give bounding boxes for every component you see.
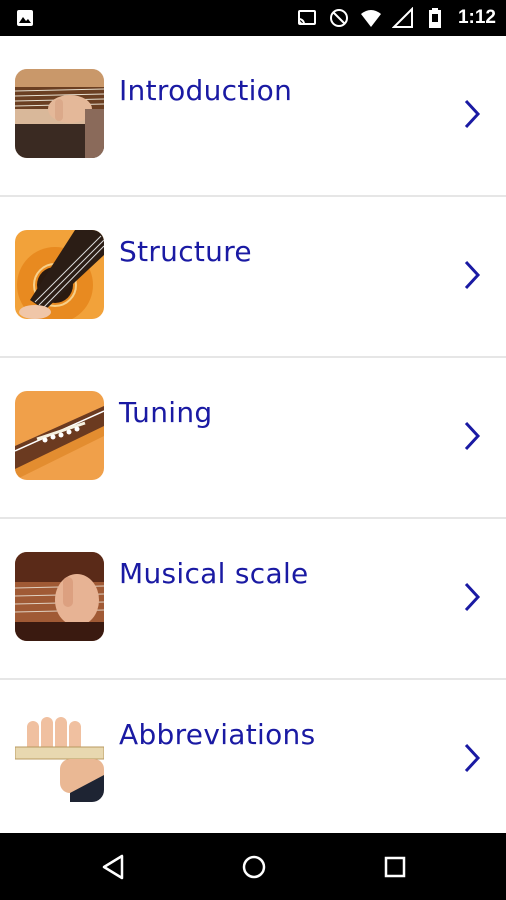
menu-item-tuning[interactable]: Tuning [0, 358, 506, 519]
menu-item-label: Tuning [119, 396, 213, 429]
home-icon[interactable] [240, 853, 268, 881]
do-not-disturb-icon [329, 9, 348, 27]
chevron-right-icon [464, 260, 481, 290]
topics-list: Introduction Structure Tuning Musical sc… [0, 36, 506, 839]
menu-item-abbreviations[interactable]: Abbreviations [0, 680, 506, 839]
status-bar: 1:12 [0, 0, 506, 36]
guitar-playing-thumbnail [15, 69, 104, 158]
recent-apps-icon[interactable] [381, 853, 409, 881]
menu-item-musical-scale[interactable]: Musical scale [0, 519, 506, 680]
guitar-body-thumbnail [15, 230, 104, 319]
guitar-bridge-thumbnail [15, 391, 104, 480]
clock-time: 1:12 [457, 7, 496, 28]
menu-item-label: Musical scale [119, 557, 309, 590]
status-icons: 1:12 [296, 0, 496, 36]
chevron-right-icon [464, 743, 481, 773]
image-icon [17, 10, 33, 26]
chevron-right-icon [464, 99, 481, 129]
cast-icon [297, 10, 316, 25]
back-icon[interactable] [100, 853, 128, 881]
navigation-bar [0, 833, 506, 900]
hand-capo-thumbnail [15, 713, 104, 802]
menu-item-introduction[interactable]: Introduction [0, 36, 506, 197]
menu-item-structure[interactable]: Structure [0, 197, 506, 358]
battery-icon [428, 8, 441, 28]
signal-icon [391, 7, 413, 28]
menu-item-label: Introduction [119, 74, 293, 107]
menu-item-label: Structure [119, 235, 252, 268]
chevron-right-icon [464, 582, 481, 612]
wifi-icon [360, 10, 381, 27]
guitar-fretboard-thumbnail [15, 552, 104, 641]
menu-item-label: Abbreviations [119, 718, 316, 751]
chevron-right-icon [464, 421, 481, 451]
